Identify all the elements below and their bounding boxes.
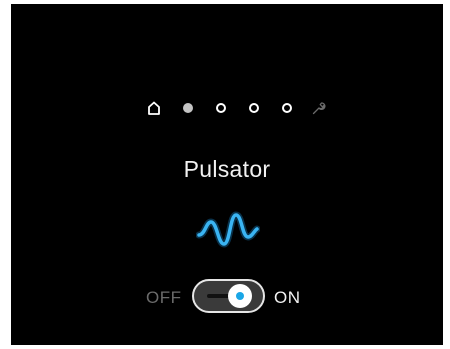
wrench-icon bbox=[312, 102, 326, 115]
page-dot bbox=[249, 103, 259, 113]
pulsator-wave-icon bbox=[196, 211, 260, 248]
home-icon bbox=[148, 101, 160, 115]
nav-home[interactable] bbox=[142, 96, 166, 120]
device-screen: Pulsator OFF ON bbox=[11, 4, 443, 345]
nav-page-3[interactable] bbox=[242, 96, 266, 120]
page-dot bbox=[282, 103, 292, 113]
page-dot-active bbox=[183, 103, 193, 113]
power-toggle-row: OFF ON bbox=[11, 277, 443, 317]
mode-title: Pulsator bbox=[183, 156, 271, 182]
nav-page-2[interactable] bbox=[209, 96, 233, 120]
toggle-knob-indicator bbox=[236, 292, 244, 300]
page-dot bbox=[216, 103, 226, 113]
page-navigation bbox=[11, 96, 443, 120]
toggle-knob[interactable] bbox=[228, 284, 252, 308]
nav-page-4[interactable] bbox=[275, 96, 299, 120]
nav-settings[interactable] bbox=[307, 96, 331, 120]
power-toggle-switch[interactable] bbox=[192, 279, 265, 313]
nav-page-1[interactable] bbox=[176, 96, 200, 120]
toggle-on-label: ON bbox=[274, 288, 301, 307]
toggle-off-label: OFF bbox=[146, 288, 182, 307]
